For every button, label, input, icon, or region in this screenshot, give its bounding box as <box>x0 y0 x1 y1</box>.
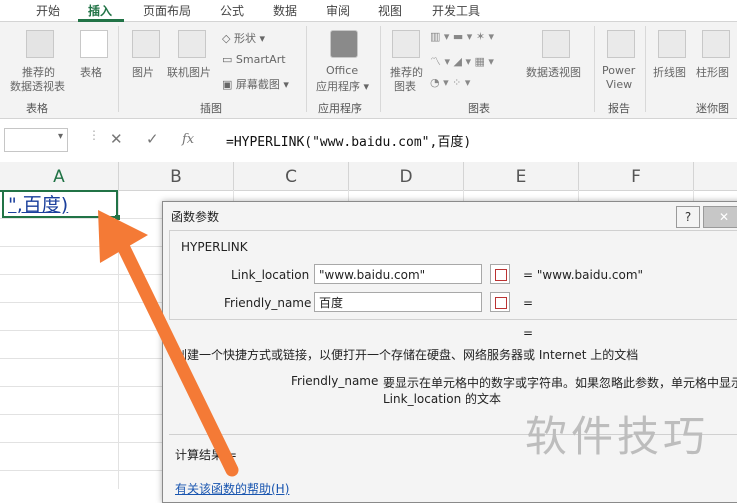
annotation-arrow-shaft <box>113 233 239 477</box>
annotation-arrow-overlay <box>98 210 239 477</box>
